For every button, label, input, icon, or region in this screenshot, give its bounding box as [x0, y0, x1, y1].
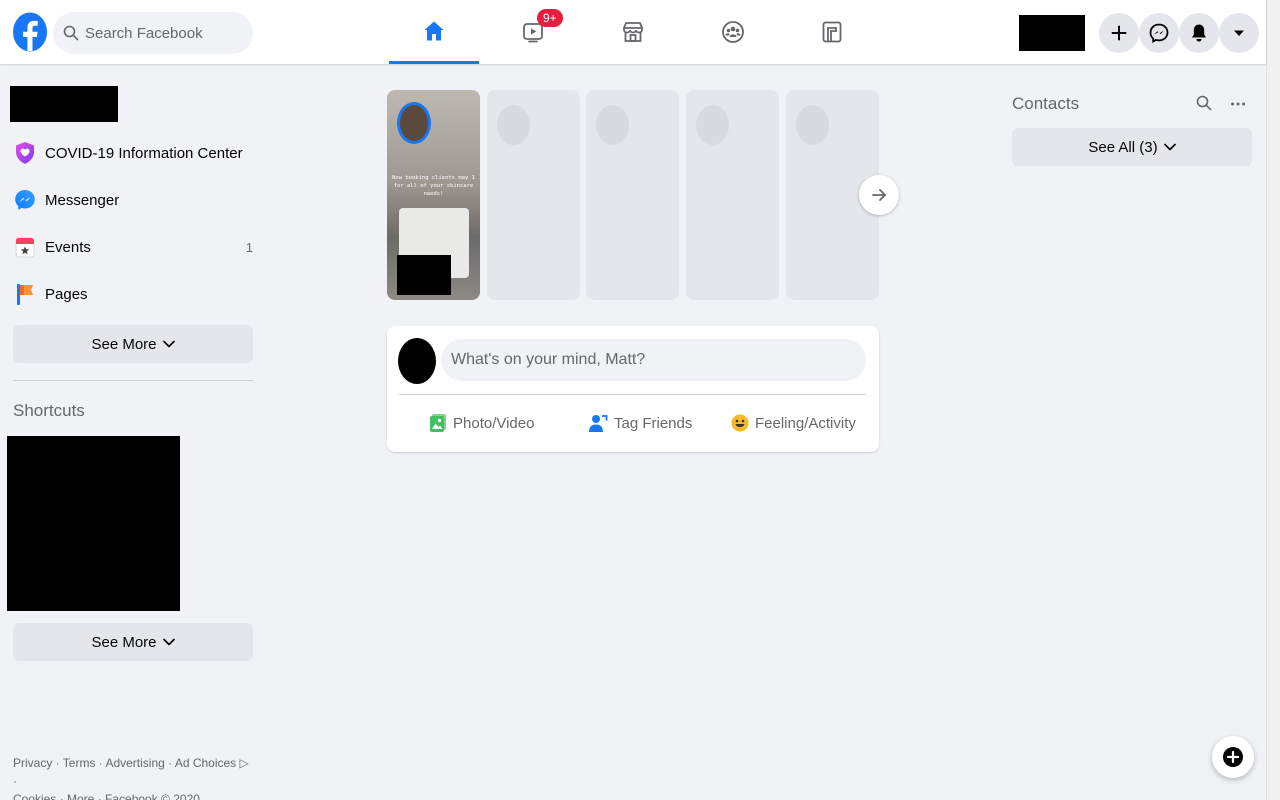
- tab-marketplace[interactable]: [588, 0, 678, 64]
- caret-down-icon: [1234, 30, 1244, 36]
- sidebar-see-more-button[interactable]: See More: [13, 325, 253, 363]
- action-label: Feeling/Activity: [755, 414, 856, 432]
- messenger-button[interactable]: [1139, 13, 1179, 53]
- see-more-label: See More: [91, 335, 157, 353]
- photo-video-icon: [429, 413, 447, 433]
- notifications-button[interactable]: [1179, 13, 1219, 53]
- tag-friends-button[interactable]: Tag Friends: [588, 408, 692, 438]
- arrow-right-icon: [872, 189, 886, 201]
- footer-links[interactable]: Privacy · Terms · Advertising · Ad Choic…: [13, 754, 253, 800]
- groups-icon: [722, 21, 744, 43]
- photo-video-button[interactable]: Photo/Video: [429, 408, 534, 438]
- feeling-activity-button[interactable]: Feeling/Activity: [731, 408, 856, 438]
- contacts-title: Contacts: [1012, 94, 1080, 113]
- marketplace-store-icon: [623, 22, 643, 42]
- see-more-label: See More: [91, 633, 157, 651]
- messenger-icon: [13, 188, 37, 212]
- footer-line-1[interactable]: Privacy · Terms · Advertising · Ad Choic…: [13, 754, 253, 790]
- tab-gaming[interactable]: [787, 0, 877, 64]
- search-input[interactable]: [85, 24, 245, 42]
- footer-line-2[interactable]: Cookies · More · Facebook © 2020: [13, 790, 253, 800]
- shortcuts-see-more-button[interactable]: See More: [13, 623, 253, 661]
- covid-shield-icon: [13, 141, 37, 165]
- search-bar[interactable]: [53, 12, 253, 54]
- story-placeholder: [686, 90, 779, 300]
- story-author-avatar: [397, 102, 431, 144]
- bell-icon: [1192, 24, 1206, 42]
- sidebar-item-events[interactable]: Events 1: [13, 225, 253, 269]
- home-icon: [424, 21, 444, 40]
- notification-badge: 9+: [537, 9, 563, 27]
- story-caption: Now booking clients may 1 for all of you…: [392, 175, 475, 197]
- sidebar-item-label: COVID-19 Information Center: [45, 144, 243, 162]
- new-message-icon: [1223, 747, 1243, 767]
- story-placeholder: [586, 90, 679, 300]
- search-contacts-icon[interactable]: [1196, 95, 1212, 116]
- search-icon: [63, 25, 79, 41]
- tab-home[interactable]: [389, 0, 479, 64]
- see-all-label: See All (3): [1088, 138, 1158, 156]
- action-label: Tag Friends: [614, 414, 693, 432]
- avatar[interactable]: [398, 338, 436, 384]
- user-profile-redacted[interactable]: [10, 86, 118, 122]
- chevron-down-icon: [162, 638, 175, 646]
- composer-input[interactable]: What's on your mind, Matt?: [441, 339, 866, 381]
- story-avatar-placeholder: [497, 105, 530, 145]
- feeling-icon: [731, 414, 749, 432]
- sidebar-item-covid[interactable]: COVID-19 Information Center: [13, 131, 253, 175]
- sidebar-item-label: Pages: [45, 285, 88, 303]
- new-message-button[interactable]: [1212, 736, 1254, 778]
- facebook-logo-icon[interactable]: [12, 12, 48, 52]
- story-placeholder: [487, 90, 580, 300]
- top-navigation-bar: 9+: [0, 0, 1266, 64]
- story-author-name-redacted: [397, 255, 451, 295]
- profile-button-redacted[interactable]: [1019, 15, 1085, 51]
- more-options-icon[interactable]: [1229, 95, 1247, 116]
- create-button[interactable]: [1099, 13, 1139, 53]
- contacts-see-all-button[interactable]: See All (3): [1012, 128, 1252, 166]
- chevron-down-icon: [162, 340, 175, 348]
- story-card[interactable]: Now booking clients may 1 for all of you…: [387, 90, 480, 300]
- story-avatar-placeholder: [596, 105, 629, 145]
- tag-friends-icon: [588, 413, 608, 433]
- calendar-icon: [13, 235, 37, 259]
- shortcuts-title: Shortcuts: [13, 401, 85, 420]
- tab-groups[interactable]: [688, 0, 778, 64]
- chevron-down-icon: [1163, 143, 1176, 151]
- stories-next-button[interactable]: [859, 175, 899, 215]
- post-composer: What's on your mind, Matt? Photo/Video T…: [387, 326, 879, 452]
- shortcuts-list-redacted[interactable]: [7, 436, 180, 611]
- account-menu-button[interactable]: [1219, 13, 1259, 53]
- tab-watch[interactable]: 9+: [488, 0, 578, 64]
- flag-icon: [13, 282, 37, 306]
- story-avatar-placeholder: [796, 105, 829, 145]
- story-avatar-placeholder: [696, 105, 729, 145]
- sidebar-item-label: Events: [45, 238, 91, 256]
- events-count: 1: [245, 239, 253, 255]
- gaming-icon: [822, 21, 842, 43]
- plus-icon: [1111, 25, 1127, 41]
- composer-divider: [399, 394, 866, 395]
- sidebar-item-label: Messenger: [45, 191, 120, 209]
- sidebar-divider: [13, 380, 253, 381]
- sidebar-item-pages[interactable]: Pages: [13, 272, 253, 316]
- messenger-icon: [1149, 23, 1169, 43]
- action-label: Photo/Video: [453, 414, 535, 432]
- sidebar-item-messenger[interactable]: Messenger: [13, 178, 253, 222]
- page-scrollbar[interactable]: [1266, 0, 1280, 800]
